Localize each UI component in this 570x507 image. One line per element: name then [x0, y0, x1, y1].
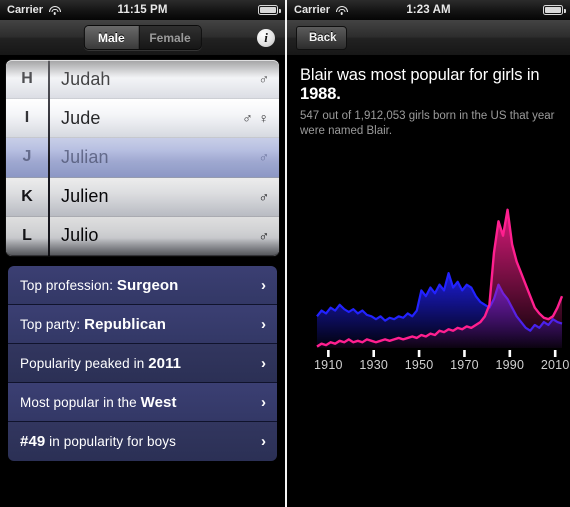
battery-icon: [543, 5, 566, 15]
clock-label: 1:23 AM: [406, 4, 451, 16]
chart-tick-mark: [327, 350, 330, 357]
fact-row-peak-year[interactable]: Popularity peaked in 2011 ›: [8, 344, 277, 383]
letter-cell-i[interactable]: I: [6, 99, 48, 139]
gender-segmented-control[interactable]: Male Female: [83, 25, 202, 50]
info-icon[interactable]: i: [257, 28, 275, 47]
letter-index-column[interactable]: H I J K L: [6, 60, 50, 256]
name-label: Julian: [61, 146, 109, 167]
chart-tick-label: 2010: [540, 358, 570, 372]
letter-cell-k[interactable]: K: [6, 177, 48, 217]
right-status-bar: Carrier 1:23 AM: [287, 0, 570, 20]
chart-tick-mark: [553, 350, 557, 357]
name-label: Jude: [61, 107, 101, 128]
facts-list: Top profession: Surgeon › Top party: Rep…: [8, 266, 277, 461]
gender-symbol-icon: ♂ ♀: [242, 110, 270, 127]
fact-label: Top party: Republican: [20, 315, 166, 333]
detail-subtitle: 547 out of 1,912,053 girls born in the U…: [300, 109, 555, 137]
fact-row-top-party[interactable]: Top party: Republican ›: [8, 305, 277, 344]
left-status-bar: Carrier 11:15 PM: [0, 0, 285, 20]
left-nav-bar: Male Female i: [0, 20, 285, 56]
detail-headline-block: Blair was most popular for girls in 1988…: [287, 56, 570, 138]
name-row[interactable]: Jude ♂ ♀: [50, 99, 279, 139]
chevron-right-icon: ›: [261, 354, 266, 372]
name-label: Julien: [61, 186, 109, 207]
right-nav-bar: Back: [287, 20, 570, 56]
gender-symbol-icon: ♂: [258, 227, 270, 244]
chart-tick-mark: [372, 350, 376, 357]
popularity-chart: 1910 1930 1950 1970 1990 2010: [287, 196, 570, 396]
name-label: Judah: [61, 68, 111, 89]
chevron-right-icon: ›: [261, 315, 266, 333]
chart-tick-mark: [417, 350, 421, 357]
fact-label: #49 in popularity for boys: [20, 433, 176, 450]
letter-cell-j[interactable]: J: [6, 138, 48, 178]
chevron-right-icon: ›: [261, 393, 266, 411]
left-phone-screen: Carrier 11:15 PM Male Female i H I J K L…: [0, 0, 285, 507]
fact-row-rank[interactable]: #49 in popularity for boys ›: [8, 422, 277, 461]
name-picker-columns[interactable]: H I J K L Judah ♂ Jude ♂ ♀ Julian ♂ Juli…: [6, 60, 279, 256]
gender-symbol-icon: ♂: [258, 188, 270, 205]
fact-row-region[interactable]: Most popular in the West ›: [8, 383, 277, 422]
fact-row-top-profession[interactable]: Top profession: Surgeon ›: [8, 266, 277, 305]
chart-tick-mark: [508, 350, 512, 357]
fact-label: Popularity peaked in 2011: [20, 354, 182, 372]
letter-cell-l[interactable]: L: [6, 216, 48, 256]
right-phone-screen: Carrier 1:23 AM Back Blair was most popu…: [285, 0, 570, 507]
chart-tick-label: 1930: [359, 358, 389, 372]
segment-male[interactable]: Male: [84, 26, 140, 49]
letter-cell-h[interactable]: H: [6, 60, 48, 100]
battery-icon: [258, 5, 281, 15]
chart-tick-label: 1970: [450, 358, 479, 372]
segment-female[interactable]: Female: [139, 26, 201, 49]
chart-axis-tick-labels: 1910 1930 1950 1970 1990 2010: [287, 358, 570, 378]
page-title: Blair was most popular for girls in 1988…: [300, 66, 540, 104]
gender-symbol-icon: ♂: [258, 71, 270, 88]
name-label: Julio: [61, 225, 99, 246]
clock-label: 11:15 PM: [117, 4, 168, 16]
chevron-right-icon: ›: [261, 433, 266, 450]
name-row-selected[interactable]: Julian ♂: [50, 138, 279, 178]
name-picker[interactable]: H I J K L Judah ♂ Jude ♂ ♀ Julian ♂ Juli…: [6, 60, 279, 256]
name-row[interactable]: Julio ♂: [50, 216, 279, 256]
name-row[interactable]: Judah ♂: [50, 60, 279, 100]
name-list-column[interactable]: Judah ♂ Jude ♂ ♀ Julian ♂ Julien ♂ Julio…: [50, 60, 279, 256]
name-row[interactable]: Julien ♂: [50, 177, 279, 217]
chart-tick-label: 1950: [404, 358, 434, 372]
chart-tick-label: 1990: [495, 358, 525, 372]
back-button[interactable]: Back: [296, 25, 347, 50]
chart-tick-mark: [463, 350, 466, 357]
chevron-right-icon: ›: [261, 276, 266, 294]
dual-screenshot-stage: Carrier 11:15 PM Male Female i H I J K L…: [0, 0, 570, 507]
chart-tick-label: 1910: [314, 358, 343, 372]
fact-label: Most popular in the West: [20, 393, 177, 411]
gender-symbol-icon: ♂: [258, 149, 270, 166]
chart-axis-ticks: [327, 350, 557, 357]
fact-label: Top profession: Surgeon: [20, 276, 179, 294]
